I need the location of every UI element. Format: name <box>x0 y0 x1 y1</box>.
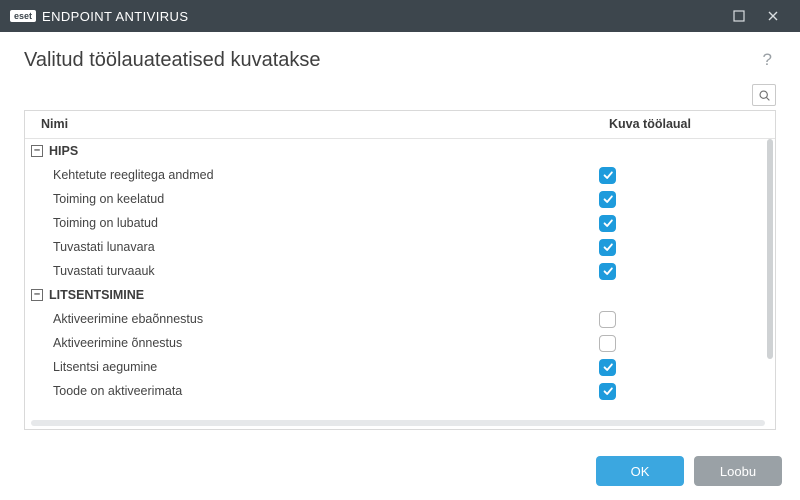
list-body[interactable]: – HIPS Kehtetute reeglitega andmed Toiming … <box>25 139 765 419</box>
vertical-scrollbar[interactable] <box>767 139 773 417</box>
cancel-button[interactable]: Loobu <box>694 456 782 486</box>
item-label: Litsentsi aegumine <box>25 360 595 374</box>
column-header-show[interactable]: Kuva töölaual <box>605 111 775 138</box>
group-row[interactable]: – LITSENTSIMINE <box>25 283 765 307</box>
item-row: Tuvastati lunavara <box>25 235 765 259</box>
show-on-desktop-checkbox[interactable] <box>599 383 616 400</box>
search-button[interactable] <box>752 84 776 106</box>
item-label: Tuvastati turvaauk <box>25 264 595 278</box>
collapse-icon[interactable]: – <box>31 145 43 157</box>
item-label: Toiming on lubatud <box>25 216 595 230</box>
show-on-desktop-checkbox[interactable] <box>599 215 616 232</box>
minimize-icon <box>733 10 745 22</box>
show-on-desktop-checkbox[interactable] <box>599 311 616 328</box>
item-row: Aktiveerimine õnnestus <box>25 331 765 355</box>
vertical-scroll-thumb[interactable] <box>767 139 773 359</box>
titlebar: eset ENDPOINT ANTIVIRUS <box>0 0 800 32</box>
item-label: Aktiveerimine ebaõnnestus <box>25 312 595 326</box>
show-on-desktop-checkbox[interactable] <box>599 359 616 376</box>
group-label: LITSENTSIMINE <box>49 288 144 302</box>
collapse-icon[interactable]: – <box>31 289 43 301</box>
item-label: Tuvastati lunavara <box>25 240 595 254</box>
show-on-desktop-checkbox[interactable] <box>599 335 616 352</box>
item-label: Aktiveerimine õnnestus <box>25 336 595 350</box>
item-row: Litsentsi aegumine <box>25 355 765 379</box>
show-on-desktop-checkbox[interactable] <box>599 167 616 184</box>
item-label: Toode on aktiveerimata <box>25 384 595 398</box>
show-on-desktop-checkbox[interactable] <box>599 191 616 208</box>
window-minimize-button[interactable] <box>722 0 756 32</box>
item-label: Toiming on keelatud <box>25 192 595 206</box>
minus-glyph: – <box>34 146 40 154</box>
group-label: HIPS <box>49 144 78 158</box>
minus-glyph: – <box>34 290 40 298</box>
help-button[interactable]: ? <box>759 46 776 74</box>
group-row[interactable]: – HIPS <box>25 139 765 163</box>
brand-badge: eset <box>10 10 36 22</box>
column-header-name[interactable]: Nimi <box>25 111 605 138</box>
show-on-desktop-checkbox[interactable] <box>599 239 616 256</box>
item-row: Toode on aktiveerimata <box>25 379 765 403</box>
show-on-desktop-checkbox[interactable] <box>599 263 616 280</box>
item-row: Kehtetute reeglitega andmed <box>25 163 765 187</box>
footer: OK Loobu <box>0 430 800 500</box>
item-row: Tuvastati turvaauk <box>25 259 765 283</box>
close-icon <box>767 10 779 22</box>
item-row: Aktiveerimine ebaõnnestus <box>25 307 765 331</box>
item-row: Toiming on lubatud <box>25 211 765 235</box>
search-row <box>0 84 800 110</box>
horizontal-scrollbar[interactable] <box>31 420 765 426</box>
notification-list: Nimi Kuva töölaual – HIPS Kehtetute reegli… <box>24 110 776 430</box>
brand-text: ENDPOINT ANTIVIRUS <box>42 9 188 24</box>
header: Valitud töölauateatised kuvatakse ? <box>0 32 800 84</box>
list-header: Nimi Kuva töölaual <box>25 111 775 139</box>
item-label: Kehtetute reeglitega andmed <box>25 168 595 182</box>
page-title: Valitud töölauateatised kuvatakse <box>24 49 321 72</box>
window-close-button[interactable] <box>756 0 790 32</box>
brand: eset ENDPOINT ANTIVIRUS <box>10 9 188 24</box>
search-icon <box>758 89 771 102</box>
horizontal-scroll-thumb[interactable] <box>31 420 765 426</box>
ok-button[interactable]: OK <box>596 456 684 486</box>
dialog-window: eset ENDPOINT ANTIVIRUS Valitud töölauat… <box>0 0 800 500</box>
item-row: Toiming on keelatud <box>25 187 765 211</box>
